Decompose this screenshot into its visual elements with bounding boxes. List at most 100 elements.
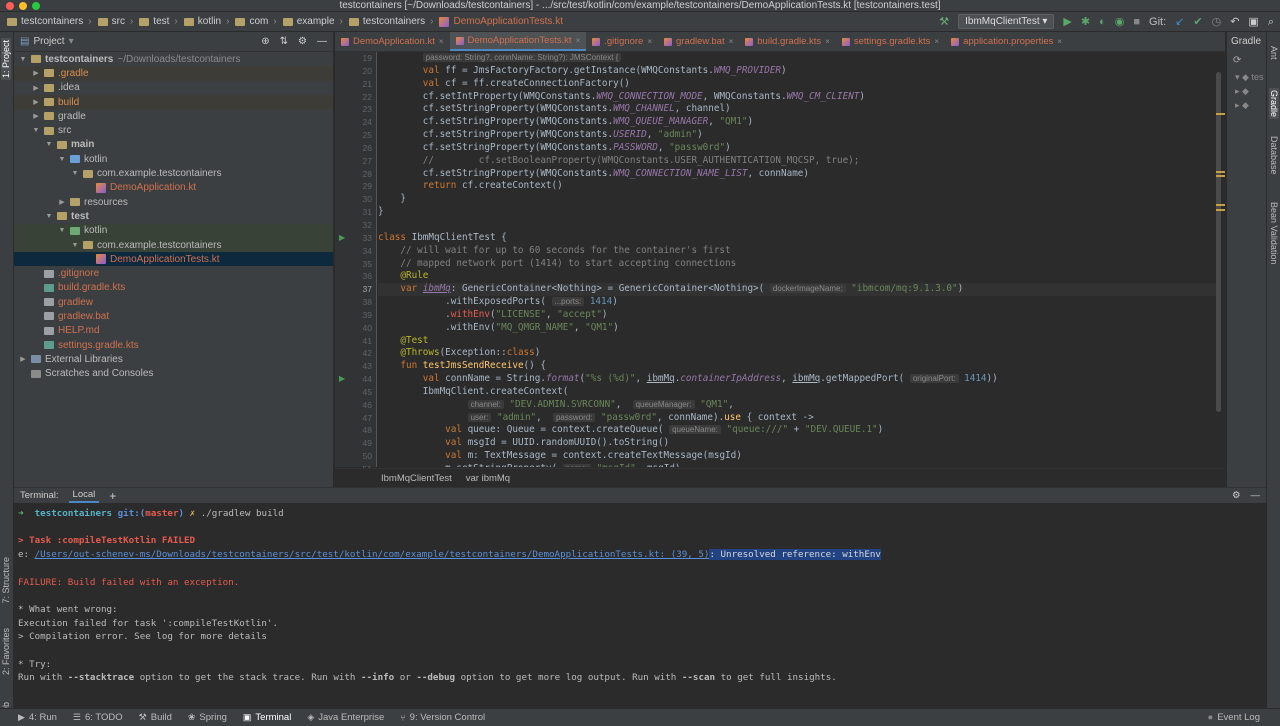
code-view[interactable]: password: String?, connName: String?): J…	[378, 52, 1218, 467]
breadcrumb-item[interactable]: testcontainers ›	[4, 16, 95, 27]
project-tree-item[interactable]: ▼ kotlin	[14, 223, 333, 238]
git-history-icon[interactable]: ◷	[1212, 16, 1222, 28]
breadcrumb-item[interactable]: com ›	[232, 16, 279, 27]
line-number[interactable]: 25	[335, 129, 376, 142]
database-tool-tab[interactable]: Database	[1269, 136, 1279, 175]
project-tree-item[interactable]: gradlew.bat	[14, 309, 333, 323]
breadcrumb-item[interactable]: test ›	[136, 16, 180, 27]
breadcrumb-item[interactable]: example ›	[280, 16, 346, 27]
line-number[interactable]: 30	[335, 193, 376, 206]
line-number[interactable]: 36	[335, 270, 376, 283]
breadcrumb-member[interactable]: var ibmMq	[466, 473, 510, 484]
project-tree-item[interactable]: ▼ main	[14, 138, 333, 152]
tool-window-button[interactable]: ⚒ Build	[139, 712, 172, 723]
expand-arrow-icon[interactable]: ▼	[57, 227, 67, 234]
gear-icon[interactable]: ⚙	[1232, 490, 1241, 501]
profile-icon[interactable]: ◉	[1115, 16, 1125, 28]
line-number[interactable]: 27	[335, 155, 376, 168]
project-tree-item[interactable]: ▼ kotlin	[14, 152, 333, 166]
warning-marker[interactable]	[1216, 171, 1225, 173]
project-tree-item[interactable]: ▼ test	[14, 209, 333, 223]
line-number[interactable]: 33 ▶	[335, 232, 376, 245]
search-everywhere-icon[interactable]: ⌕	[1268, 16, 1274, 28]
line-number[interactable]: 49	[335, 437, 376, 450]
gradle-tree-node[interactable]: ▾ ◆ tes	[1235, 70, 1266, 84]
locate-file-icon[interactable]: ⊕	[261, 36, 269, 47]
project-tree-item[interactable]: DemoApplicationTests.kt	[14, 252, 333, 267]
expand-arrow-icon[interactable]: ▼	[18, 56, 28, 63]
line-number[interactable]: 42	[335, 347, 376, 360]
collapse-all-icon[interactable]: ⇅	[280, 36, 288, 47]
tool-window-button[interactable]: ▣ Terminal	[243, 712, 291, 723]
project-tree-item[interactable]: ▶ .idea	[14, 81, 333, 95]
collapse-arrow-icon[interactable]: ▶	[31, 84, 41, 92]
bean-validation-tool-tab[interactable]: Bean Validation	[1269, 202, 1279, 264]
close-tab-icon[interactable]: ×	[439, 37, 444, 46]
warning-marker[interactable]	[1216, 175, 1225, 177]
editor-tab[interactable]: DemoApplicationTests.kt ×	[449, 32, 587, 51]
project-tree-item[interactable]: .gitignore	[14, 266, 333, 280]
hide-panel-icon[interactable]: —	[1251, 490, 1261, 501]
line-number[interactable]: 41	[335, 335, 376, 348]
tool-window-button[interactable]: ▶ 4: Run	[18, 712, 57, 723]
editor-tab[interactable]: gradlew.bat ×	[658, 32, 739, 51]
git-revert-icon[interactable]: ↶	[1230, 16, 1239, 28]
collapse-arrow-icon[interactable]: ▶	[18, 355, 28, 363]
line-number[interactable]: 19	[335, 52, 376, 65]
line-number[interactable]: 37	[335, 283, 376, 296]
editor-tab[interactable]: settings.gradle.kts ×	[836, 32, 945, 51]
ant-tool-tab[interactable]: Ant	[1269, 46, 1279, 60]
terminal-tab-local[interactable]: Local	[68, 488, 100, 503]
line-number[interactable]: 34	[335, 245, 376, 258]
line-number[interactable]: 35	[335, 258, 376, 271]
project-view-selector[interactable]: Project	[33, 36, 64, 47]
project-tree-item[interactable]: HELP.md	[14, 324, 333, 338]
gradle-tool-tab[interactable]: Gradle	[1269, 88, 1279, 120]
close-tab-icon[interactable]: ×	[825, 37, 830, 46]
line-number[interactable]: 29	[335, 180, 376, 193]
close-tab-icon[interactable]: ×	[647, 37, 652, 46]
run-test-icon[interactable]: ▶	[339, 232, 345, 245]
warning-marker[interactable]	[1216, 209, 1225, 211]
expand-arrow-icon[interactable]: ▼	[70, 242, 80, 249]
collapse-arrow-icon[interactable]: ▶	[31, 112, 41, 120]
line-number[interactable]: 23	[335, 103, 376, 116]
structure-tool-tab[interactable]: 7: Structure	[1, 557, 11, 604]
line-number[interactable]: 50	[335, 450, 376, 463]
project-tree-item[interactable]: ▶ build	[14, 94, 333, 110]
coverage-icon[interactable]: ◐	[1099, 16, 1106, 28]
project-tree-item[interactable]: ▼ com.example.testcontainers	[14, 166, 333, 180]
breadcrumb-item[interactable]: testcontainers ›	[346, 16, 437, 27]
gear-icon[interactable]: ⚙	[298, 36, 307, 47]
terminal-output[interactable]: ➜ testcontainers git:(master) ✗ ./gradle…	[14, 503, 1266, 689]
tool-window-button[interactable]: ☰ 6: TODO	[73, 712, 123, 723]
gradle-tree-node[interactable]: ▸ ◆	[1235, 84, 1266, 98]
expand-arrow-icon[interactable]: ▼	[70, 170, 80, 177]
run-icon[interactable]: ▶	[1063, 16, 1071, 28]
line-number[interactable]: 22	[335, 91, 376, 104]
close-tab-icon[interactable]: ×	[729, 37, 734, 46]
expand-arrow-icon[interactable]: ▼	[57, 156, 67, 163]
line-number[interactable]: 46	[335, 399, 376, 412]
project-tree-item[interactable]: ▶ gradle	[14, 109, 333, 123]
editor-tab[interactable]: build.gradle.kts ×	[739, 32, 836, 51]
breadcrumb-item[interactable]: DemoApplicationTests.kt	[436, 16, 566, 27]
close-tab-icon[interactable]: ×	[576, 36, 581, 45]
error-file-link[interactable]: /Users/out-schenev-ms/Downloads/testcont…	[35, 549, 710, 560]
line-number[interactable]: 43	[335, 360, 376, 373]
favorites-tool-tab[interactable]: 2: Favorites	[1, 628, 11, 675]
line-number[interactable]: 38	[335, 296, 376, 309]
stop-icon[interactable]: ■	[1133, 16, 1140, 28]
breadcrumb-item[interactable]: src ›	[95, 16, 137, 27]
git-update-icon[interactable]: ↙	[1175, 16, 1184, 28]
gradle-tree-node[interactable]: ▸ ◆	[1235, 98, 1266, 112]
project-tree-item[interactable]: ▼ testcontainers ~/Downloads/testcontainer…	[14, 52, 333, 66]
debug-icon[interactable]: ✱	[1081, 16, 1090, 28]
project-tree-item[interactable]: ▼ src	[14, 123, 333, 137]
line-number[interactable]: 45	[335, 386, 376, 399]
breadcrumb-item[interactable]: kotlin ›	[181, 16, 233, 27]
project-tree-item[interactable]: ▶ resources	[14, 195, 333, 209]
maximize-window-button[interactable]	[32, 2, 40, 10]
close-window-button[interactable]	[6, 2, 14, 10]
line-number[interactable]: 47	[335, 412, 376, 425]
